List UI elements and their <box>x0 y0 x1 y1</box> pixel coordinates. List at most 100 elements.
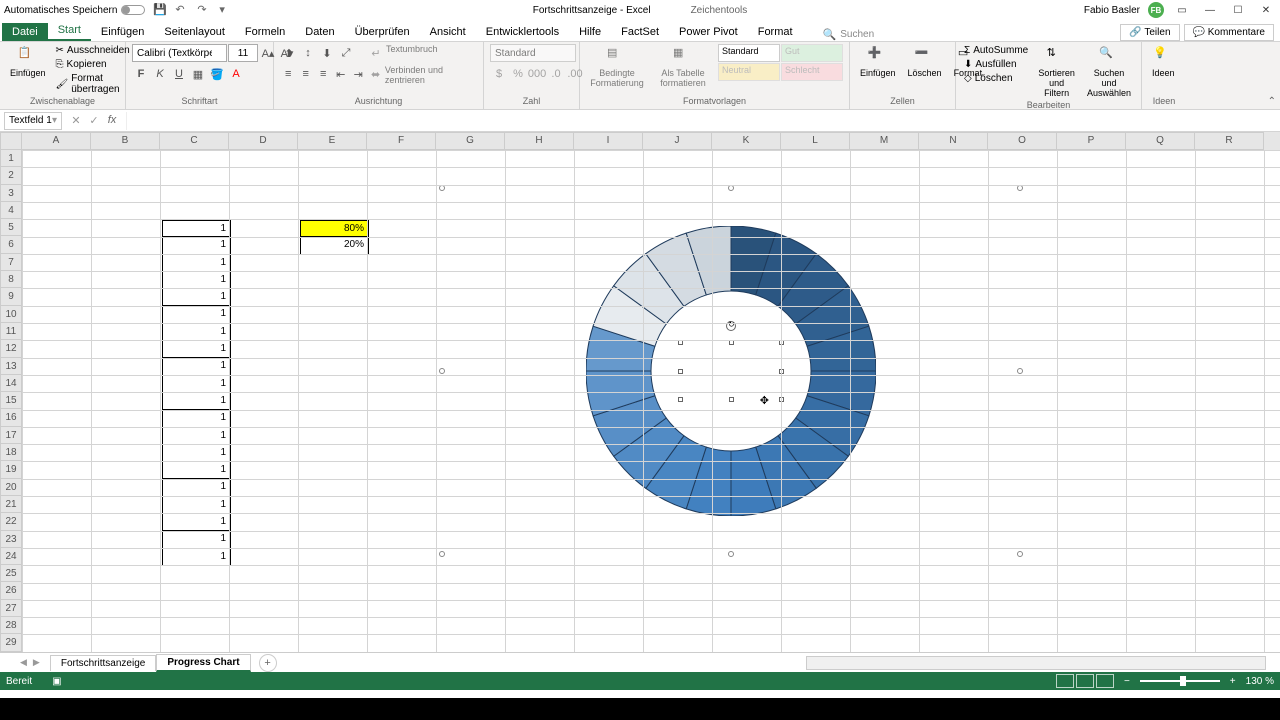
fill-color-button[interactable]: 🪣 <box>208 65 226 83</box>
tb-handle[interactable] <box>678 397 683 402</box>
row-header[interactable]: 17 <box>0 427 22 444</box>
cond-format-button[interactable]: ▤ Bedingte Formatierung <box>586 44 648 90</box>
cell-style-standard[interactable]: Standard <box>718 44 780 62</box>
textbox-selected[interactable]: ✥ <box>681 343 781 399</box>
currency-icon[interactable]: $ <box>490 65 508 83</box>
view-page-break-icon[interactable] <box>1096 674 1114 688</box>
align-top-icon[interactable]: ⬆ <box>280 44 298 62</box>
chart-object[interactable]: ✥ <box>442 188 1020 554</box>
wrap-text-button[interactable]: ↵ <box>367 44 385 62</box>
tab-formeln[interactable]: Formeln <box>235 23 295 41</box>
fill-button[interactable]: ⬇Ausfüllen <box>962 58 1030 71</box>
row-header[interactable]: 21 <box>0 496 22 513</box>
row-header[interactable]: 16 <box>0 409 22 426</box>
inc-decimal-icon[interactable]: .0 <box>547 65 565 83</box>
cell-style-schlecht[interactable]: Schlecht <box>781 63 843 81</box>
resize-handle[interactable] <box>1017 185 1023 191</box>
bold-button[interactable]: F <box>132 65 150 83</box>
cut-button[interactable]: ✂Ausschneiden <box>54 44 132 57</box>
col-header[interactable]: K <box>712 132 781 150</box>
indent-inc-icon[interactable]: ⇥ <box>350 65 366 83</box>
tab-factset[interactable]: FactSet <box>611 23 669 41</box>
tab-datei[interactable]: Datei <box>2 23 48 41</box>
paste-button[interactable]: 📋 Einfügen <box>6 44 50 80</box>
tb-handle[interactable] <box>678 369 683 374</box>
maximize-icon[interactable]: ☐ <box>1228 3 1248 17</box>
col-header[interactable]: G <box>436 132 505 150</box>
user-avatar[interactable]: FB <box>1148 2 1164 18</box>
zoom-level[interactable]: 130 % <box>1246 676 1274 687</box>
autosum-button[interactable]: ΣAutoSumme <box>962 44 1030 57</box>
font-name-select[interactable] <box>132 44 227 62</box>
cell-style-neutral[interactable]: Neutral <box>718 63 780 81</box>
share-button[interactable]: 🔗 Teilen <box>1120 24 1179 41</box>
row-header[interactable]: 27 <box>0 600 22 617</box>
sheet-tab-2[interactable]: Progress Chart <box>156 654 250 672</box>
col-header[interactable]: N <box>919 132 988 150</box>
row-header[interactable]: 7 <box>0 254 22 271</box>
row-header[interactable]: 11 <box>0 323 22 340</box>
tab-ueberpruefen[interactable]: Überprüfen <box>345 23 420 41</box>
ribbon-mode-icon[interactable]: ▭ <box>1172 3 1192 17</box>
resize-handle[interactable] <box>439 368 445 374</box>
row-header[interactable]: 22 <box>0 513 22 530</box>
tab-einfuegen[interactable]: Einfügen <box>91 23 154 41</box>
copy-button[interactable]: ⎘Kopieren <box>54 58 132 71</box>
row-header[interactable]: 13 <box>0 358 22 375</box>
row-header[interactable]: 6 <box>0 236 22 253</box>
view-page-layout-icon[interactable] <box>1076 674 1094 688</box>
resize-handle[interactable] <box>439 185 445 191</box>
row-header[interactable]: 18 <box>0 444 22 461</box>
font-size-select[interactable] <box>228 44 258 62</box>
italic-button[interactable]: K <box>151 65 169 83</box>
qat-dropdown-icon[interactable]: ▾ <box>219 3 233 17</box>
merge-button[interactable]: ⬌ <box>367 65 383 83</box>
tab-seitenlayout[interactable]: Seitenlayout <box>154 23 235 41</box>
col-header[interactable]: C <box>160 132 229 150</box>
tab-nav-prev-icon[interactable]: ◀ <box>20 657 27 668</box>
tab-daten[interactable]: Daten <box>295 23 344 41</box>
comments-button[interactable]: 💬 Kommentare <box>1184 24 1274 41</box>
resize-handle[interactable] <box>1017 551 1023 557</box>
redo-icon[interactable]: ↷ <box>197 3 211 17</box>
tab-format[interactable]: Format <box>748 23 803 41</box>
align-middle-icon[interactable]: ↕ <box>299 44 317 62</box>
zoom-in-icon[interactable]: + <box>1230 676 1236 687</box>
undo-icon[interactable]: ↶ <box>175 3 189 17</box>
col-header[interactable]: H <box>505 132 574 150</box>
row-header[interactable]: 29 <box>0 634 22 651</box>
align-left-icon[interactable]: ≡ <box>280 65 296 83</box>
col-header[interactable]: O <box>988 132 1057 150</box>
percent-icon[interactable]: % <box>509 65 527 83</box>
tab-ansicht[interactable]: Ansicht <box>420 23 476 41</box>
minimize-icon[interactable]: — <box>1200 3 1220 17</box>
row-header[interactable]: 14 <box>0 375 22 392</box>
row-header[interactable]: 1 <box>0 150 22 167</box>
view-normal-icon[interactable] <box>1056 674 1074 688</box>
clear-button[interactable]: ◇Löschen <box>962 72 1030 85</box>
name-box[interactable]: Textfeld 1 ▾ <box>4 112 62 130</box>
resize-handle[interactable] <box>728 185 734 191</box>
align-bottom-icon[interactable]: ⬇ <box>318 44 336 62</box>
row-header[interactable]: 4 <box>0 202 22 219</box>
delete-cells-button[interactable]: ➖Löschen <box>904 44 946 80</box>
resize-handle[interactable] <box>1017 368 1023 374</box>
insert-cells-button[interactable]: ➕Einfügen <box>856 44 900 80</box>
row-header[interactable]: 10 <box>0 306 22 323</box>
col-header[interactable]: P <box>1057 132 1126 150</box>
tab-start[interactable]: Start <box>48 21 91 41</box>
zoom-slider[interactable] <box>1140 680 1220 682</box>
resize-handle[interactable] <box>439 551 445 557</box>
row-header[interactable]: 20 <box>0 479 22 496</box>
tab-powerpivot[interactable]: Power Pivot <box>669 23 748 41</box>
select-all-corner[interactable] <box>0 132 22 150</box>
col-header[interactable]: M <box>850 132 919 150</box>
collapse-ribbon-icon[interactable]: ⌃ <box>1268 96 1276 107</box>
tab-nav-next-icon[interactable]: ▶ <box>33 657 40 668</box>
underline-button[interactable]: U <box>170 65 188 83</box>
orientation-icon[interactable]: ⤢ <box>337 44 355 62</box>
add-sheet-button[interactable]: + <box>259 654 277 672</box>
find-select-button[interactable]: 🔍Suchen und Auswählen <box>1083 44 1135 100</box>
col-header[interactable]: A <box>22 132 91 150</box>
zoom-out-icon[interactable]: − <box>1124 676 1130 687</box>
